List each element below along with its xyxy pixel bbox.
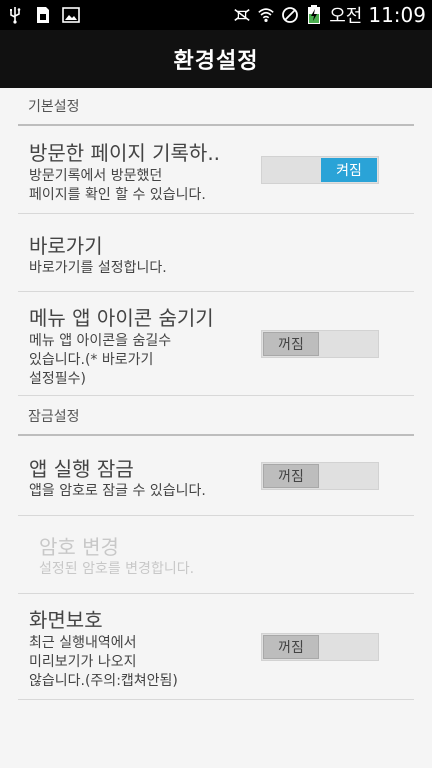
setting-title-screen-protect: 화면보호 [29,608,103,632]
setting-title-change-password: 암호 변경 [39,535,119,559]
section-label-lock: 잠금설정 [28,409,80,425]
hide-icon-toggle[interactable]: 꺼짐 [261,330,379,358]
setting-subtitle-shortcut: 바로가기를 설정합니다. [29,260,167,276]
usb-icon [6,6,24,24]
page-title: 환경설정 [173,49,259,74]
setting-title-shortcut: 바로가기 [29,234,103,258]
record-pages-toggle[interactable]: 켜짐 [261,156,379,184]
setting-screen-protect[interactable]: 화면보호 최근 실행내역에서 미리보기가 나오지 않습니다.(주의:캡쳐안됨) … [18,594,414,700]
setting-subtitle-hide-icon: 메뉴 앱 아이콘을 숨길수 있습니다.(* 바로가기 설정필수) [29,333,172,387]
section-header-lock: 잠금설정 [18,398,414,436]
setting-subtitle-record-pages: 방문기록에서 방문했던 페이지를 확인 할 수 있습니다. [29,168,206,203]
title-bar: 환경설정 [0,30,432,88]
setting-subtitle-change-password: 설정된 암호를 변경합니다. [39,561,195,577]
setting-hide-icon[interactable]: 메뉴 앱 아이콘 숨기기 메뉴 앱 아이콘을 숨길수 있습니다.(* 바로가기 … [18,292,414,396]
setting-title-record-pages: 방문한 페이지 기록하.. [29,141,221,165]
setting-change-password: 암호 변경 설정된 암호를 변경합니다. [18,516,414,594]
setting-app-lock[interactable]: 앱 실행 잠금 앱을 암호로 잠글 수 있습니다. 꺼짐 [18,436,414,516]
status-ampm: 오전 [329,6,363,27]
sim-icon [34,6,52,24]
wifi-icon [257,6,275,24]
battery-icon [305,5,323,24]
section-header-basic: 기본설정 [18,88,414,126]
setting-subtitle-screen-protect: 최근 실행내역에서 미리보기가 나오지 않습니다.(주의:캡쳐안됨) [29,635,178,689]
setting-title-app-lock: 앱 실행 잠금 [29,457,134,481]
section-label-basic: 기본설정 [28,99,80,115]
toggle-knob-off: 꺼짐 [263,464,319,488]
image-icon [62,6,80,24]
status-bar: 오전 11:09 [0,0,432,30]
toggle-knob-off: 꺼짐 [263,332,319,356]
setting-shortcut[interactable]: 바로가기 바로가기를 설정합니다. [18,214,414,292]
mute-icon [233,6,251,24]
blocked-icon [281,6,299,24]
setting-subtitle-app-lock: 앱을 암호로 잠글 수 있습니다. [29,483,206,499]
toggle-knob-on: 켜짐 [321,158,377,182]
app-lock-toggle[interactable]: 꺼짐 [261,462,379,490]
screen-protect-toggle[interactable]: 꺼짐 [261,633,379,661]
toggle-knob-off: 꺼짐 [263,635,319,659]
settings-list[interactable]: 기본설정 방문한 페이지 기록하.. 방문기록에서 방문했던 페이지를 확인 할… [0,88,432,768]
setting-record-pages[interactable]: 방문한 페이지 기록하.. 방문기록에서 방문했던 페이지를 확인 할 수 있습… [18,126,414,214]
setting-title-hide-icon: 메뉴 앱 아이콘 숨기기 [29,306,214,330]
status-time: 11:09 [368,3,426,27]
